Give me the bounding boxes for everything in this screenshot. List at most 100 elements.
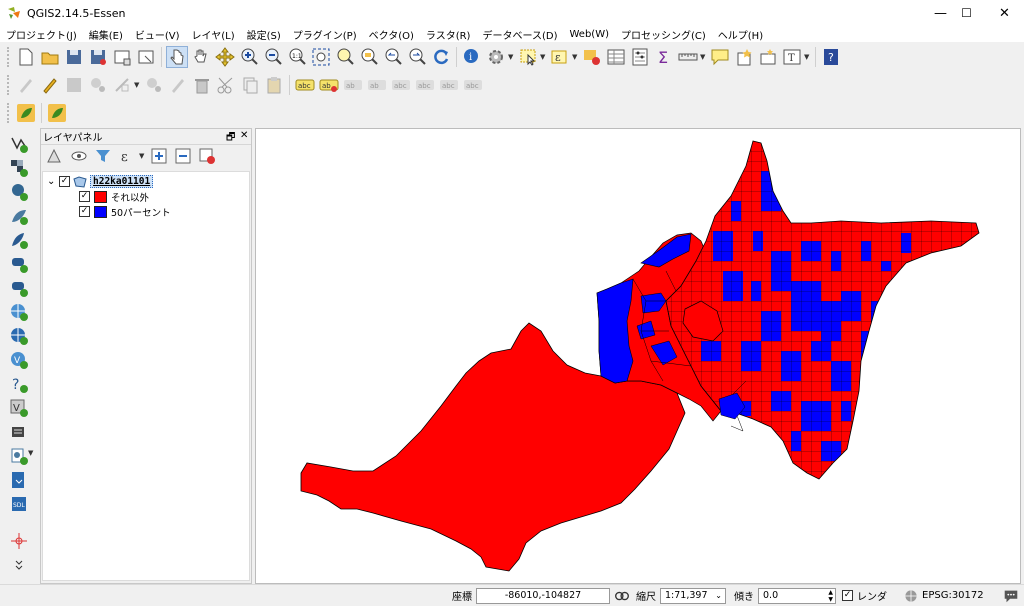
new-bookmark-icon[interactable] [733,46,755,68]
zoom-native-icon[interactable]: 1:1 [286,46,308,68]
deselect-icon[interactable] [581,46,603,68]
node-tool-icon[interactable] [143,74,165,96]
add-wfs-layer-icon[interactable]: V [8,349,30,371]
chevron-double-down-icon[interactable] [8,554,30,576]
chevron-down-icon[interactable]: ▼ [804,53,812,61]
new-spatialite-icon[interactable] [8,469,30,491]
expand-all-icon[interactable] [148,145,170,167]
scale-select[interactable]: 1:71,397 ⌄ [660,587,726,604]
copy-features-icon[interactable] [239,74,261,96]
menu-view[interactable]: ビュー(V) [129,27,186,42]
toolbar-grip[interactable] [7,47,11,67]
change-label-icon[interactable]: abc [414,74,436,96]
close-panel-icon[interactable]: ✕ [240,130,248,141]
add-oracle-layer-icon[interactable] [8,277,30,299]
zoom-to-selection-icon[interactable] [334,46,356,68]
menu-settings[interactable]: 設定(S) [241,27,287,42]
chevron-down-icon[interactable]: ⌄ [715,591,722,600]
text-annotation-icon[interactable]: T [781,46,803,68]
chevron-down-icon[interactable]: ▼ [700,53,708,61]
menu-web[interactable]: Web(W) [563,29,615,40]
help-icon[interactable]: ? [820,46,842,68]
show-bookmarks-icon[interactable] [757,46,779,68]
save-as-icon[interactable] [87,46,109,68]
layer-row[interactable]: ⌄ ✓ h22ka01101 [43,174,249,189]
chevron-down-icon[interactable]: ▼ [540,53,548,61]
toggle-extents-icon[interactable] [613,587,631,605]
zoom-full-icon[interactable] [310,46,332,68]
menu-processing[interactable]: プロセッシング(C) [615,27,712,42]
messages-icon[interactable] [1002,587,1020,605]
coordinate-field[interactable]: -86010,-104827 [476,587,610,604]
pan-to-selection-icon[interactable] [214,46,236,68]
add-virtual-layer-icon[interactable]: V [8,397,30,419]
close-button[interactable]: ✕ [982,0,1024,26]
filter-expression-icon[interactable]: ε [116,145,138,167]
chevron-down-icon[interactable]: ▼ [134,81,142,89]
add-raster-layer-icon[interactable] [8,157,30,179]
pin-labels-icon[interactable]: ab [318,74,340,96]
move-feature-icon[interactable] [111,74,133,96]
move-label-icon[interactable]: ab [366,74,388,96]
crs-label[interactable]: EPSG:30172 [922,590,984,601]
add-spatialite-layer-icon[interactable] [8,205,30,227]
map-canvas[interactable] [255,128,1021,584]
pan-hand-icon[interactable] [190,46,212,68]
zoom-out-icon[interactable] [262,46,284,68]
add-wms-layer-icon[interactable] [8,301,30,323]
render-checkbox[interactable]: ✓ [842,590,853,601]
statistics-sigma-icon[interactable]: Σ [653,46,675,68]
layer-name[interactable]: h22ka01101 [90,175,154,188]
show-hide-labels-icon[interactable]: ab [342,74,364,96]
select-features-icon[interactable] [517,46,539,68]
menu-layer[interactable]: レイヤ(L) [186,27,241,42]
legend-item[interactable]: ✓ それ以外 [43,189,249,204]
label-properties-icon[interactable]: abc [438,74,460,96]
add-feature-icon[interactable] [87,74,109,96]
composer-manager-icon[interactable] [135,46,157,68]
menu-plugins[interactable]: プラグイン(P) [287,27,363,42]
choropleth-map[interactable] [256,129,1021,584]
zoom-in-icon[interactable] [238,46,260,68]
map-region[interactable] [596,278,634,384]
float-panel-icon[interactable]: 🗗 [226,130,235,147]
map-tips-icon[interactable] [709,46,731,68]
legend-item[interactable]: ✓ 50パーセント [43,204,249,219]
cut-features-icon[interactable] [215,74,237,96]
style-manager-icon[interactable] [44,145,66,167]
menu-edit[interactable]: 編集(E) [83,27,129,42]
plugin-leaf-icon[interactable] [46,102,68,124]
plugin-leaf-icon[interactable] [15,102,37,124]
add-vector-layer-icon[interactable] [8,133,30,155]
zoom-last-icon[interactable] [382,46,404,68]
expand-chevron-icon[interactable]: ⌄ [47,176,59,187]
menu-raster[interactable]: ラスタ(R) [420,27,477,42]
paste-features-icon[interactable] [263,74,285,96]
menu-database[interactable]: データベース(D) [476,27,563,42]
attribute-table-icon[interactable] [605,46,627,68]
current-edits-icon[interactable] [15,74,37,96]
add-db2-layer-icon[interactable] [8,253,30,275]
new-gpkg-icon[interactable]: SDL [8,493,30,515]
menu-vector[interactable]: ベクタ(O) [363,27,420,42]
chevron-down-icon[interactable]: ▼ [139,152,147,160]
field-calculator-icon[interactable] [629,46,651,68]
identify-icon[interactable]: i [461,46,483,68]
refresh-icon[interactable] [430,46,452,68]
label-layer-icon[interactable]: abc [462,74,484,96]
save-layer-edits-icon[interactable] [63,74,85,96]
filter-icon[interactable] [92,145,114,167]
action-gear-icon[interactable] [485,46,507,68]
measure-icon[interactable] [677,46,699,68]
zoom-next-icon[interactable] [406,46,428,68]
pan-touch-icon[interactable] [166,46,188,68]
toolbar-grip[interactable] [7,75,11,95]
menu-project[interactable]: プロジェクト(J) [0,27,83,42]
visibility-eye-icon[interactable] [68,145,90,167]
chevron-down-icon[interactable]: ▼ [572,53,580,61]
delete-selected-icon[interactable] [167,74,189,96]
crosshair-icon[interactable] [8,530,30,552]
save-project-icon[interactable] [63,46,85,68]
rotate-label-icon[interactable]: abc [390,74,412,96]
remove-layer-icon[interactable] [196,145,218,167]
